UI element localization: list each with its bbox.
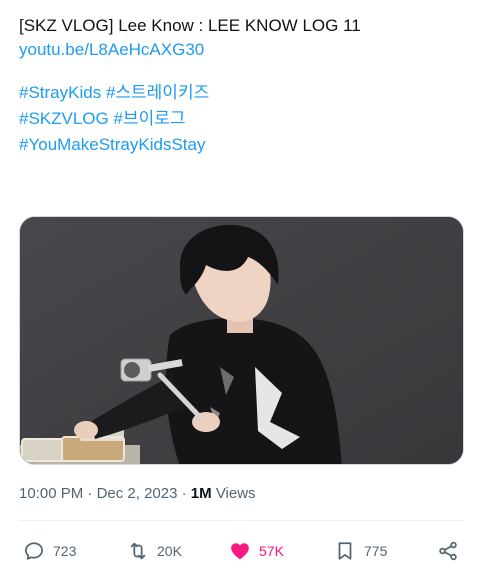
share-icon bbox=[439, 541, 457, 561]
hashtag-youmakestraykidsstay[interactable]: #YouMakeStrayKidsStay bbox=[19, 135, 205, 154]
tweet-actions: 723 20K 57K 775 bbox=[0, 536, 480, 566]
meta-separator: · bbox=[87, 485, 93, 502]
tweet-title: [SKZ VLOG] Lee Know : LEE KNOW LOG 11 bbox=[19, 16, 361, 35]
retweet-button[interactable]: 20K bbox=[127, 536, 182, 566]
youtube-link[interactable]: youtu.be/L8AeHcAXG30 bbox=[19, 40, 204, 59]
like-button[interactable]: 57K bbox=[229, 536, 284, 566]
like-icon bbox=[231, 543, 249, 560]
share-button[interactable] bbox=[437, 536, 467, 566]
hashtag-skzvlog[interactable]: #SKZVLOG bbox=[19, 109, 109, 128]
retweet-count: 20K bbox=[157, 543, 182, 559]
like-count: 57K bbox=[259, 543, 284, 559]
views-label: Views bbox=[215, 485, 256, 502]
hashtag-straykids-korean[interactable]: #스트레이키즈 bbox=[106, 83, 209, 102]
tweet-meta: 10:00 PM · Dec 2, 2023 · 1M Views bbox=[19, 484, 256, 504]
hashtag-vlog-korean[interactable]: #브이로그 bbox=[114, 109, 186, 128]
media-photo-illustration bbox=[20, 217, 463, 464]
meta-separator-2: · bbox=[181, 485, 187, 502]
tweet-media-image[interactable] bbox=[19, 216, 464, 465]
bookmark-count: 775 bbox=[364, 543, 388, 559]
reply-count: 723 bbox=[53, 543, 77, 559]
hashtag-straykids[interactable]: #StrayKids bbox=[19, 83, 101, 102]
reply-icon bbox=[25, 542, 43, 560]
reply-button[interactable]: 723 bbox=[23, 536, 76, 566]
tweet-text: [SKZ VLOG] Lee Know : LEE KNOW LOG 11 yo… bbox=[19, 14, 464, 158]
bookmark-button[interactable]: 775 bbox=[334, 536, 387, 566]
tweet-time[interactable]: 10:00 PM bbox=[19, 485, 83, 502]
bookmark-icon bbox=[338, 542, 352, 560]
retweet-icon bbox=[130, 542, 146, 560]
divider bbox=[19, 520, 464, 521]
tweet-date[interactable]: Dec 2, 2023 bbox=[97, 485, 178, 502]
hashtag-block: #StrayKids #스트레이키즈 #SKZVLOG #브이로그 #YouMa… bbox=[19, 80, 464, 158]
views-count: 1M bbox=[190, 485, 212, 502]
